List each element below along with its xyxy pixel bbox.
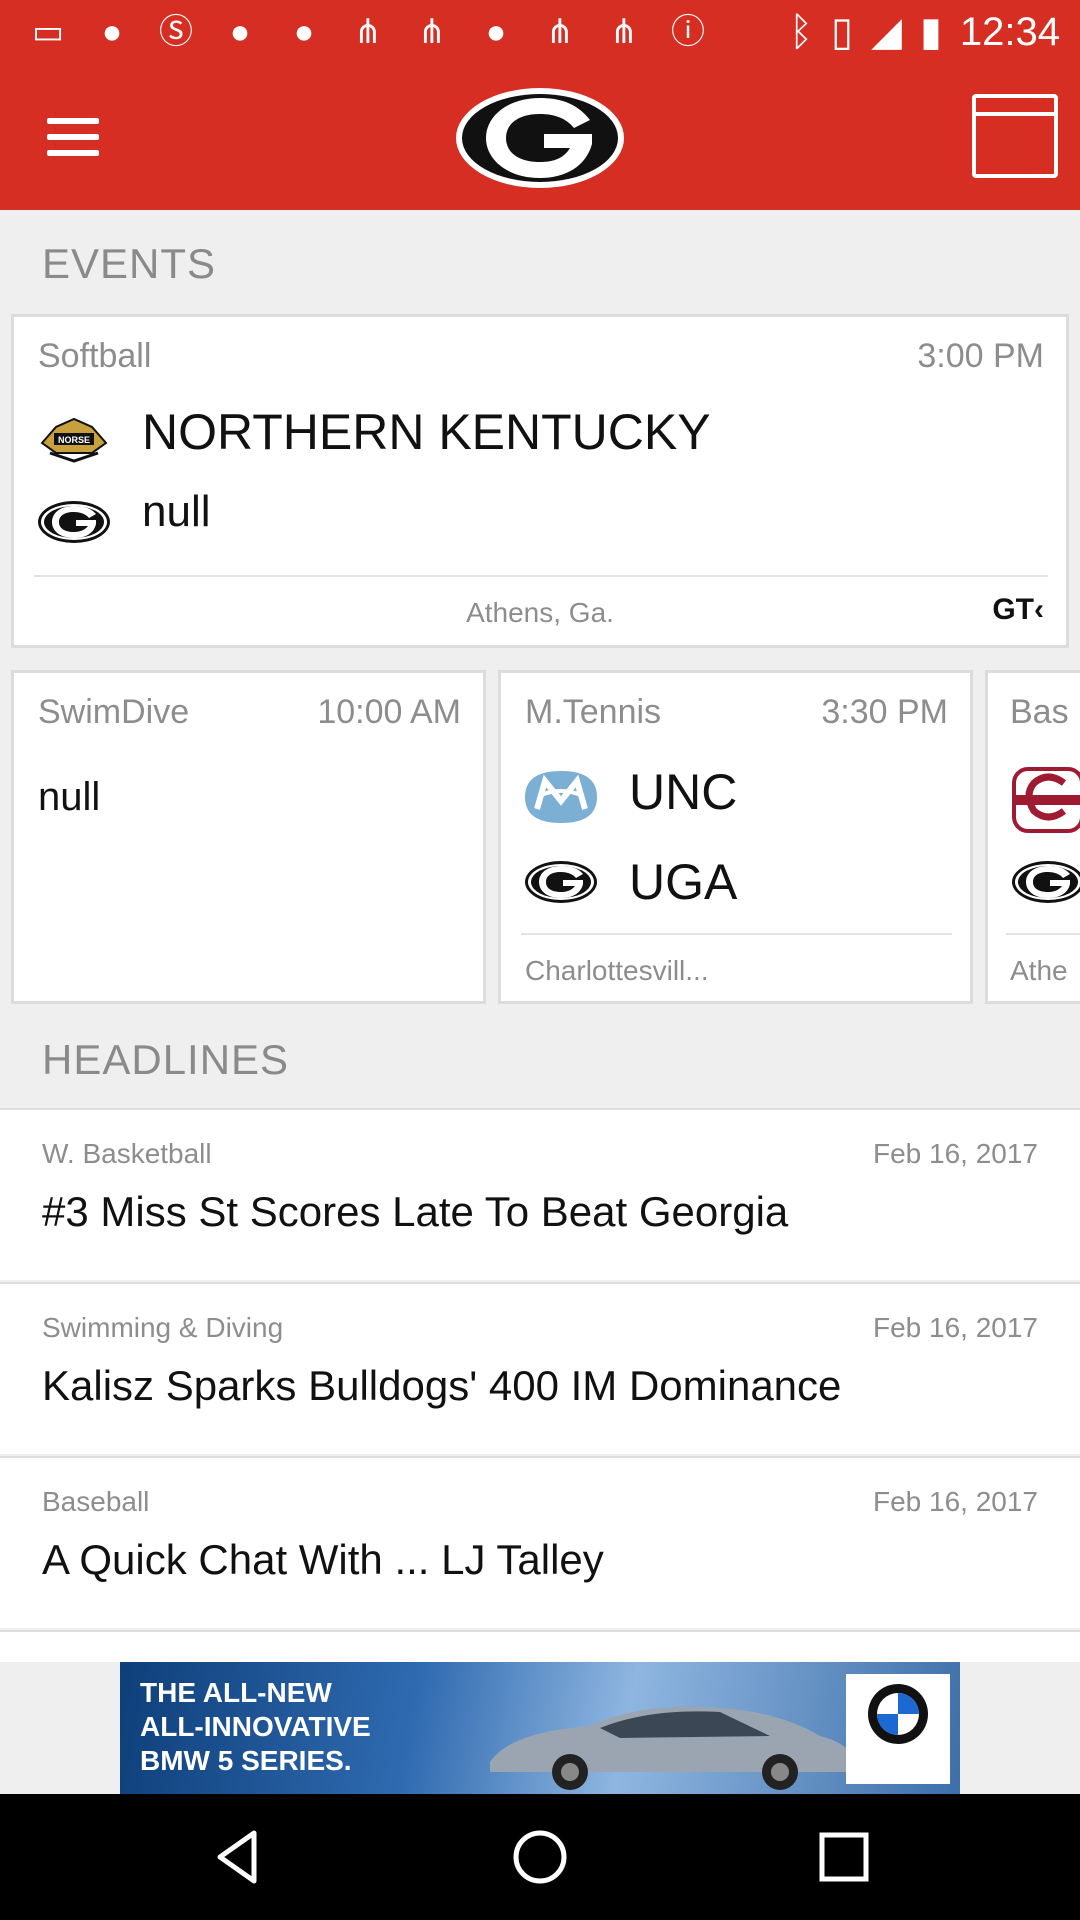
- headline-item[interactable]: W. Basketball Feb 16, 2017 #3 Miss St Sc…: [0, 1108, 1080, 1280]
- alert-icon: ⓘ: [671, 13, 705, 51]
- back-icon[interactable]: [208, 1827, 268, 1887]
- nku-norse-logo: NORSE: [40, 417, 108, 463]
- georgia-g-logo[interactable]: [454, 86, 626, 190]
- headline-title: A Quick Chat With ... LJ Talley: [42, 1536, 604, 1583]
- calendar-button[interactable]: [972, 94, 1058, 178]
- headline-sport: Baseball: [42, 1486, 150, 1517]
- circle-icon: ●: [229, 13, 251, 51]
- headline-item[interactable]: Baseball Feb 16, 2017 A Quick Chat With …: [0, 1456, 1080, 1628]
- bluetooth-icon: ᛒ: [789, 10, 814, 54]
- georgia-g-icon: [1012, 861, 1080, 903]
- bmw-logo-icon: [868, 1684, 928, 1744]
- event-away-team: null: [142, 487, 211, 536]
- ad-headline: THE ALL-NEW ALL-INNOVATIVE BMW 5 SERIES.: [140, 1676, 460, 1778]
- gt-sponsor-logo: GT‹: [992, 593, 1044, 626]
- event-location: Athe: [1010, 955, 1068, 986]
- headline-sport: W. Basketball: [42, 1138, 212, 1169]
- event-card-swimdive[interactable]: SwimDive 10:00 AM null: [11, 670, 486, 1004]
- menu-icon: [47, 118, 99, 124]
- event-sport: Softball: [38, 337, 152, 375]
- headline-date: Feb 16, 2017: [872, 1312, 1038, 1343]
- event-card-partial[interactable]: Bas Athe: [985, 670, 1080, 1004]
- system-nav-bar: [0, 1794, 1080, 1920]
- event-team-2: UGA: [629, 854, 738, 910]
- svg-text:NORSE: NORSE: [58, 435, 90, 445]
- event-time: 10:00 AM: [317, 693, 461, 731]
- circle-icon: ●: [293, 13, 315, 51]
- bird-icon: ⋔: [417, 13, 447, 51]
- vibrate-icon: ▯: [831, 10, 854, 54]
- bmw-ad-banner[interactable]: THE ALL-NEW ALL-INNOVATIVE BMW 5 SERIES.: [120, 1662, 960, 1794]
- event-team-1: UNC: [629, 764, 738, 820]
- bird-icon: ⋔: [353, 13, 383, 51]
- battery-icon: ▮: [919, 10, 942, 54]
- s-app-icon: Ⓢ: [159, 13, 193, 51]
- bird-icon: ⋔: [609, 13, 639, 51]
- georgia-g-icon: [38, 501, 110, 543]
- event-location: Charlottesvill...: [525, 955, 709, 986]
- ad-line: BMW 5 SERIES.: [140, 1745, 352, 1776]
- ad-line: THE ALL-NEW: [140, 1677, 332, 1708]
- ad-line: ALL-INNOVATIVE: [140, 1711, 371, 1742]
- recents-icon[interactable]: [814, 1827, 874, 1887]
- status-bar: ▭ ● Ⓢ ● ● ⋔ ⋔ ● ⋔ ⋔ ⓘ ᛒ ▯ ◢ ▮ 12:34: [0, 0, 1080, 64]
- event-sport: SwimDive: [38, 693, 190, 731]
- unc-logo: [525, 771, 597, 823]
- notification-icons: ▭ ● Ⓢ ● ● ⋔ ⋔ ● ⋔ ⋔ ⓘ: [26, 12, 710, 52]
- clock: 12:34: [959, 10, 1060, 54]
- home-icon[interactable]: [510, 1827, 570, 1887]
- circle-icon: ●: [485, 13, 507, 51]
- headline-title: Kalisz Sparks Bulldogs' 400 IM Dominance: [42, 1362, 842, 1409]
- circle-icon: ●: [101, 13, 123, 51]
- charleston-logo: [1012, 767, 1080, 833]
- headline-date: Feb 16, 2017: [872, 1138, 1038, 1169]
- event-time: 3:00 PM: [917, 337, 1044, 375]
- ad-area: THE ALL-NEW ALL-INNOVATIVE BMW 5 SERIES.: [0, 1662, 1080, 1794]
- event-team: null: [38, 775, 101, 819]
- featured-event-card[interactable]: Softball 3:00 PM NORSE NORTHERN KENTUCKY…: [11, 314, 1069, 648]
- car-image: [490, 1706, 852, 1790]
- georgia-g-icon: [525, 861, 597, 903]
- headline-title: #3 Miss St Scores Late To Beat Georgia: [42, 1188, 789, 1235]
- card-divider: [521, 933, 952, 935]
- menu-button[interactable]: [40, 104, 106, 170]
- event-sport: Bas: [1010, 693, 1069, 731]
- bird-icon: ⋔: [545, 13, 575, 51]
- bmw-logo-box: [846, 1674, 950, 1784]
- menu-icon-line: [47, 134, 99, 140]
- headlines-heading: HEADLINES: [42, 1036, 290, 1083]
- menu-icon-line: [47, 150, 99, 156]
- headline-date: Feb 16, 2017: [872, 1486, 1038, 1517]
- event-time: 3:30 PM: [821, 693, 948, 731]
- headline-item[interactable]: Swimming & Diving Feb 16, 2017 Kalisz Sp…: [0, 1282, 1080, 1454]
- event-home-team: NORTHERN KENTUCKY: [142, 404, 711, 460]
- event-location: Athens, Ga.: [466, 597, 614, 628]
- app-bar: [0, 64, 1080, 210]
- event-sport: M.Tennis: [525, 693, 662, 731]
- signal-icon: ◢: [871, 10, 902, 54]
- events-heading: EVENTS: [42, 240, 217, 287]
- card-divider: [34, 575, 1048, 577]
- card-divider: [1006, 933, 1080, 935]
- headline-sport: Swimming & Diving: [42, 1312, 284, 1343]
- event-card-mtennis[interactable]: M.Tennis 3:30 PM UNC UGA Charlottesvill.…: [498, 670, 973, 1004]
- message-icon: ▭: [31, 13, 65, 51]
